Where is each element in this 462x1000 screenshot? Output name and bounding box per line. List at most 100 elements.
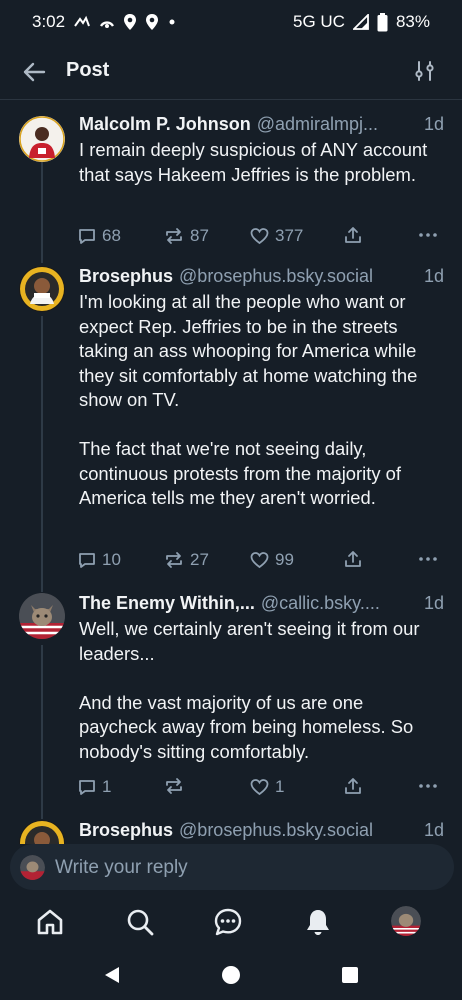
- avatar[interactable]: [19, 116, 65, 162]
- more-button[interactable]: [418, 550, 438, 568]
- author-name[interactable]: Brosephus: [79, 820, 173, 841]
- status-bar: 3:02 5G UC 83%: [0, 0, 462, 44]
- post-time: 1d: [423, 593, 444, 613]
- location-icon: [124, 14, 137, 30]
- repost-icon: [166, 228, 182, 244]
- battery-level: 83%: [395, 12, 430, 31]
- share-button[interactable]: [344, 777, 362, 795]
- repost-button[interactable]: 87: [164, 226, 209, 246]
- avatar[interactable]: [19, 593, 65, 639]
- system-nav-bar: [0, 954, 462, 1000]
- chat-icon[interactable]: [212, 906, 244, 938]
- reply-button[interactable]: 10: [78, 550, 121, 570]
- post-item[interactable]: Malcolm P. Johnson @admiralmpj... 1d I r…: [0, 114, 462, 254]
- more-dots-icon: [419, 233, 437, 237]
- post-actions: 1 1: [78, 777, 448, 801]
- post-actions: 68 87 377: [78, 226, 448, 250]
- bottom-nav: [0, 892, 462, 954]
- hotspot-icon: [100, 21, 115, 28]
- repost-count: 27: [190, 550, 209, 569]
- status-time: 3:02: [32, 12, 66, 31]
- share-icon: [345, 227, 361, 243]
- speech-bubble-icon: [79, 229, 95, 244]
- post-text: I'm looking at all the people who want o…: [79, 291, 418, 508]
- post-text: I remain deeply suspicious of ANY accoun…: [79, 139, 428, 185]
- heart-icon: [250, 552, 269, 569]
- share-icon: [345, 778, 361, 794]
- reply-count: 68: [102, 226, 121, 245]
- avatar-image: [391, 906, 421, 936]
- post-item[interactable]: The Enemy Within,... @callic.bsky.... 1d…: [0, 593, 462, 805]
- reply-count: 10: [102, 550, 121, 569]
- post-item[interactable]: Brosephus @brosephus.bsky.social 1d I'm …: [0, 266, 462, 578]
- author-handle[interactable]: @callic.bsky....: [261, 593, 420, 614]
- avatar[interactable]: [19, 820, 65, 844]
- repost-icon: [166, 778, 182, 794]
- profile-avatar[interactable]: [391, 906, 421, 936]
- bluetooth-headset-icon: [74, 15, 91, 27]
- avatar[interactable]: [19, 266, 65, 312]
- like-count: 99: [275, 550, 294, 569]
- post-header-line: Malcolm P. Johnson @admiralmpj... 1d: [79, 114, 444, 138]
- reply-count: 1: [102, 777, 112, 796]
- post-item[interactable]: Brosephus @brosephus.bsky.social 1d: [0, 820, 462, 844]
- more-button[interactable]: [418, 226, 438, 244]
- author-handle[interactable]: @admiralmpj...: [257, 114, 420, 135]
- avatar-image: [20, 855, 45, 880]
- sliders-icon[interactable]: [414, 60, 436, 82]
- back-triangle-icon[interactable]: [101, 964, 123, 986]
- like-button[interactable]: 1: [250, 777, 284, 797]
- avatar-image: [19, 593, 65, 639]
- reply-input[interactable]: Write your reply: [55, 857, 188, 879]
- arrow-left-icon[interactable]: [20, 58, 48, 86]
- heart-icon: [250, 228, 269, 245]
- like-button[interactable]: 377: [250, 226, 303, 246]
- avatar: [20, 855, 45, 880]
- notification-dot-icon: [169, 19, 175, 25]
- repost-count: 87: [190, 226, 209, 245]
- author-name[interactable]: Malcolm P. Johnson: [79, 114, 251, 135]
- repost-icon: [166, 552, 182, 568]
- author-name[interactable]: The Enemy Within,...: [79, 593, 255, 614]
- avatar-image: [20, 267, 64, 311]
- reply-button[interactable]: 68: [78, 226, 121, 246]
- reply-composer[interactable]: Write your reply: [10, 844, 454, 890]
- more-dots-icon: [419, 784, 437, 788]
- share-button[interactable]: [344, 550, 362, 568]
- post-actions: 10 27 99: [78, 550, 448, 574]
- network-type: 5G UC: [293, 12, 345, 31]
- recents-square-icon[interactable]: [340, 965, 360, 985]
- avatar-image: [19, 116, 65, 162]
- author-name[interactable]: Brosephus: [79, 266, 173, 287]
- more-button[interactable]: [418, 777, 438, 795]
- post-header-line: Brosephus @brosephus.bsky.social 1d: [79, 266, 444, 290]
- signal-icon: [352, 14, 369, 30]
- reply-button[interactable]: 1: [78, 777, 111, 797]
- post-time: 1d: [423, 820, 444, 840]
- post-header-line: Brosephus @brosephus.bsky.social 1d: [79, 820, 444, 844]
- speech-bubble-icon: [79, 780, 95, 795]
- like-count: 1: [275, 777, 285, 796]
- search-icon[interactable]: [124, 906, 156, 938]
- avatar-image: [20, 821, 64, 844]
- bell-icon[interactable]: [302, 906, 334, 938]
- share-button[interactable]: [344, 226, 362, 244]
- author-handle[interactable]: @brosephus.bsky.social: [179, 266, 420, 287]
- post-header: Post: [0, 44, 462, 100]
- home-circle-icon[interactable]: [220, 964, 242, 986]
- repost-button[interactable]: [164, 777, 190, 795]
- speech-bubble-icon: [79, 553, 95, 568]
- location-icon: [146, 14, 159, 30]
- home-icon[interactable]: [34, 906, 66, 938]
- like-button[interactable]: 99: [250, 550, 294, 570]
- post-time: 1d: [423, 114, 444, 134]
- like-count: 377: [275, 226, 304, 245]
- post-header-line: The Enemy Within,... @callic.bsky.... 1d: [79, 593, 444, 617]
- battery-icon: [377, 12, 388, 31]
- post-text: Well, we certainly aren't seeing it from…: [79, 618, 420, 762]
- repost-button[interactable]: 27: [164, 550, 209, 570]
- more-dots-icon: [419, 557, 437, 561]
- author-handle[interactable]: @brosephus.bsky.social: [179, 820, 420, 841]
- heart-icon: [250, 779, 269, 796]
- post-time: 1d: [423, 266, 444, 286]
